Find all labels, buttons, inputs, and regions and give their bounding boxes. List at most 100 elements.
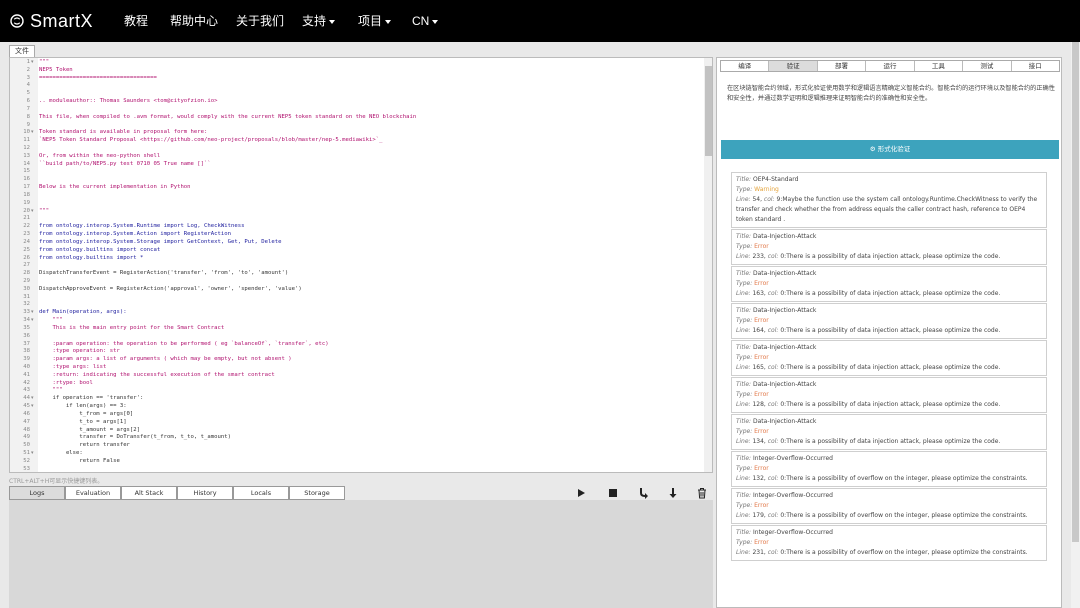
result-type: Error (754, 428, 769, 435)
debug-tab[interactable]: Alt Stack (121, 486, 177, 500)
code-line: from ontology.builtins import * (39, 254, 144, 261)
code-line: ``build path/to/NEP5.py test 0710 05 Tru… (39, 160, 211, 167)
result-message: There is a possibility of overflow on th… (786, 549, 1028, 556)
line-number: 41 (23, 371, 30, 378)
tool-tab[interactable]: 运行 (866, 61, 915, 71)
top-navbar: SmartX 教程 帮助中心 关于我们 支持 项目 CN (0, 0, 1080, 42)
play-icon[interactable] (575, 487, 587, 499)
result-label: Line: (736, 290, 751, 297)
result-title-row: Title: Integer-Overflow-Occurred (736, 454, 1042, 464)
result-type: Error (754, 539, 769, 546)
result-type-row: Type: Error (736, 538, 1042, 548)
code-line: return transfer (39, 442, 130, 449)
trash-icon[interactable] (696, 487, 708, 499)
result-col: 0 (780, 475, 785, 482)
result-title-row: Title: Data-Injection-Attack (736, 343, 1042, 353)
debug-tab[interactable]: Evaluation Stack (65, 486, 121, 509)
result-line-row: Line: 233, col: 0:There is a possibility… (736, 253, 1001, 260)
result-line-row: Line: 164, col: 0:There is a possibility… (736, 327, 1001, 334)
debug-tabs: LogsEvaluation StackAlt StackHistoryLoca… (9, 486, 345, 509)
logo[interactable]: SmartX (10, 9, 93, 33)
line-number: 2 (26, 66, 30, 73)
result-type: Error (754, 354, 769, 361)
tool-tab[interactable]: 部署 (817, 61, 867, 71)
verify-icon: ⚙ (869, 145, 878, 153)
nav-item-label: 教程 (124, 14, 149, 28)
nav-item[interactable]: 支持 (302, 0, 336, 42)
code-line: """ (39, 207, 50, 214)
debug-tab[interactable]: Locals (233, 486, 289, 500)
editor-scroll-thumb[interactable] (705, 66, 712, 156)
debug-tab[interactable]: Storage (289, 486, 345, 500)
fold-arrow-icon[interactable]: ▾ (31, 395, 34, 401)
code-line: NEP5 Token (39, 66, 73, 73)
code-line: :return: indicating the successful execu… (39, 371, 275, 378)
fold-arrow-icon[interactable]: ▾ (31, 317, 34, 323)
fold-arrow-icon[interactable]: ▾ (31, 403, 34, 409)
result-label: Line: (736, 253, 751, 260)
tool-tab[interactable]: 接口 (1011, 61, 1059, 71)
result-card: Title: Integer-Overflow-Occurred Type: Er… (731, 488, 1047, 524)
result-card: Title: Data-Injection-Attack Type: Error L… (731, 340, 1047, 376)
fold-arrow-icon[interactable]: ▾ (31, 309, 34, 315)
fold-arrow-icon[interactable]: ▾ (31, 129, 34, 135)
chevron-down-icon (329, 19, 336, 24)
result-message: There is a possibility of overflow on th… (786, 512, 1028, 519)
tool-tab[interactable]: 测试 (963, 61, 1012, 71)
editor-scrollbar[interactable] (704, 58, 712, 472)
line-number: 13 (23, 152, 30, 159)
code-line: :param args: a list of arguments ( which… (39, 356, 292, 363)
nav-item[interactable]: 关于我们 (236, 0, 284, 42)
code-line: return False (39, 457, 120, 464)
result-message: Maybe the function use the system call o… (736, 196, 1038, 223)
fold-arrow-icon[interactable]: ▾ (31, 59, 34, 65)
debug-tab[interactable]: History (177, 486, 233, 500)
brand-name: SmartX (30, 10, 94, 31)
line-number: 33 (23, 309, 30, 316)
nav-item[interactable]: 帮助中心 (170, 0, 218, 42)
shortcut-hint: CTRL+ALT+H可显示快捷键列表。 (9, 478, 104, 485)
code-line: if operation == 'transfer': (39, 395, 144, 402)
step-over-icon[interactable] (638, 487, 650, 499)
tool-tab[interactable]: 编译 (721, 61, 770, 71)
result-label: Title: (736, 529, 752, 536)
step-into-icon[interactable] (667, 487, 679, 499)
result-label: Title: (736, 233, 752, 240)
fold-arrow-icon[interactable]: ▾ (31, 450, 34, 456)
code-editor[interactable]: 1 2 3 4 5 6 7 8 9 10 11 12 13 14 15 16 17 18 19 20 21 22 23 24 2… (9, 57, 713, 473)
formal-verify-button[interactable]: ⚙ 形式化验证 (721, 140, 1059, 159)
result-label: col: (767, 475, 779, 482)
tool-tab[interactable]: 工具 (914, 61, 964, 71)
fold-arrow-icon[interactable]: ▾ (31, 208, 34, 214)
result-label: Type: (736, 391, 753, 398)
line-number: 49 (23, 434, 30, 441)
line-number: 22 (23, 223, 30, 230)
debug-tab[interactable]: Logs (9, 486, 65, 500)
tool-tab[interactable]: 验证 (769, 61, 818, 71)
nav-item[interactable]: 教程 (124, 0, 148, 42)
code-line: :param operation: the operation to be pe… (39, 340, 329, 347)
code-line: t_from = args[0] (39, 410, 134, 417)
nav-item[interactable]: CN (412, 0, 439, 42)
code-line: from ontology.interop.System.Storage imp… (39, 238, 282, 245)
line-number: 12 (23, 145, 30, 152)
result-line: 163 (752, 290, 764, 297)
nav-item-label: 帮助中心 (170, 14, 219, 28)
page-scroll-thumb[interactable] (1072, 42, 1079, 542)
line-number: 28 (23, 270, 30, 277)
formal-verify-label: 形式化验证 (877, 145, 911, 153)
page-scrollbar[interactable] (1071, 42, 1080, 608)
result-type: Error (754, 391, 769, 398)
nav-item[interactable]: 项目 (358, 0, 392, 42)
result-title: Data-Injection-Attack (753, 233, 817, 240)
result-line-row: Line: 132, col: 0:There is a possibility… (736, 475, 1028, 482)
file-tab[interactable]: 文件 (9, 45, 35, 57)
line-number: 52 (23, 457, 30, 464)
stop-icon[interactable] (607, 487, 619, 499)
result-label: Line: (736, 475, 751, 482)
result-col: 0 (780, 364, 785, 371)
result-label: Title: (736, 176, 752, 183)
code-line: Or, from within the neo-python shell (39, 152, 161, 159)
line-number: 20 (23, 207, 30, 214)
result-label: Line: (736, 196, 751, 203)
